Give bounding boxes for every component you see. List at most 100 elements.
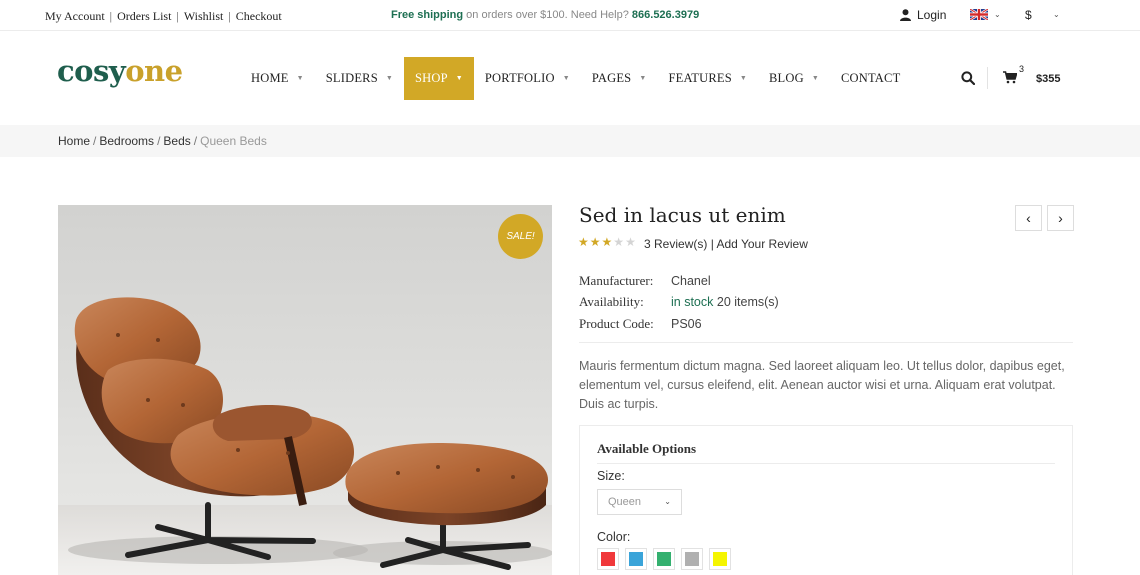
main-nav: HOME ▼ SLIDERS ▼ SHOP ▼ PORTFOLIO ▼ PAGES ▼ FEATUR… bbox=[240, 57, 911, 100]
login-label: Login bbox=[917, 8, 947, 22]
search-icon[interactable] bbox=[961, 71, 975, 85]
color-swatch[interactable] bbox=[625, 548, 647, 570]
site-logo[interactable]: cosyone bbox=[57, 54, 183, 88]
breadcrumb-home[interactable]: Home bbox=[58, 134, 90, 148]
color-swatch[interactable] bbox=[709, 548, 731, 570]
nav-item-label: PORTFOLIO bbox=[484, 71, 555, 85]
manufacturer-row: Manufacturer: Chanel bbox=[579, 270, 779, 292]
star-empty-icon: ★ bbox=[625, 235, 636, 249]
breadcrumb-bar: Home / Bedrooms / Beds / Queen Beds bbox=[0, 125, 1140, 157]
size-select[interactable]: Queen ⌄ bbox=[597, 489, 682, 515]
product-navigation: ‹ › bbox=[1015, 205, 1074, 231]
shipping-detail-text: on orders over $100. Need Help? bbox=[463, 9, 632, 21]
nav-item-portfolio[interactable]: PORTFOLIO ▼ bbox=[474, 57, 581, 100]
color-swatch[interactable] bbox=[681, 548, 703, 570]
nav-item-label: HOME bbox=[251, 71, 289, 85]
my-account-link[interactable]: My Account bbox=[45, 9, 105, 24]
product-title: Sed in lacus ut enim bbox=[579, 203, 786, 227]
attribute-key: Product Code: bbox=[579, 315, 654, 331]
login-link[interactable]: Login bbox=[900, 8, 946, 22]
header-divider bbox=[987, 67, 988, 89]
caret-down-icon: ▼ bbox=[739, 74, 748, 82]
wishlist-link[interactable]: Wishlist bbox=[184, 9, 224, 24]
next-product-button[interactable]: › bbox=[1047, 205, 1074, 231]
lounge-chair-image bbox=[58, 297, 552, 575]
breadcrumb-current: Queen Beds bbox=[200, 134, 267, 148]
cart-icon[interactable] bbox=[1003, 71, 1017, 84]
size-label: Size: bbox=[597, 469, 625, 483]
divider: | bbox=[109, 9, 113, 23]
previous-product-button[interactable]: ‹ bbox=[1015, 205, 1042, 231]
nav-item-label: CONTACT bbox=[840, 71, 901, 85]
product-image[interactable] bbox=[58, 205, 552, 575]
orders-list-link[interactable]: Orders List bbox=[117, 9, 171, 24]
size-select-value: Queen bbox=[608, 496, 642, 508]
stock-count: 20 items(s) bbox=[713, 295, 779, 310]
breadcrumb-bedrooms[interactable]: Bedrooms bbox=[99, 134, 154, 148]
user-icon bbox=[900, 9, 911, 21]
language-selector[interactable]: ⌄ bbox=[970, 9, 1001, 20]
nav-item-home[interactable]: HOME ▼ bbox=[240, 57, 315, 100]
nav-item-label: SLIDERS bbox=[325, 71, 378, 85]
chevron-down-icon: ⌄ bbox=[664, 497, 671, 506]
star-filled-icon: ★ bbox=[578, 235, 589, 249]
options-title: Available Options bbox=[597, 441, 697, 456]
divider bbox=[579, 342, 1073, 343]
currency-selector[interactable]: $ bbox=[1025, 8, 1032, 22]
reviews-links: 3 Review(s) | Add Your Review bbox=[644, 237, 808, 251]
add-review-link[interactable]: Add Your Review bbox=[716, 237, 807, 251]
nav-item-pages[interactable]: PAGES ▼ bbox=[581, 57, 658, 100]
nav-item-label: SHOP bbox=[415, 71, 448, 85]
color-label: Color: bbox=[597, 530, 631, 544]
caret-down-icon: ▼ bbox=[562, 74, 570, 82]
product-code-row: Product Code: PS06 bbox=[579, 313, 779, 335]
caret-down-icon: ▼ bbox=[455, 74, 463, 82]
sale-badge: SALE! bbox=[498, 214, 543, 259]
manufacturer-value: Chanel bbox=[671, 273, 711, 288]
logo-part-2: one bbox=[125, 54, 183, 88]
caret-down-icon: ▼ bbox=[639, 74, 647, 82]
chevron-right-icon: › bbox=[1058, 210, 1063, 226]
nav-item-label: PAGES bbox=[591, 71, 632, 85]
availability-row: Availability: in stock 20 items(s) bbox=[579, 292, 779, 314]
availability-value: in stock 20 items(s) bbox=[671, 295, 779, 309]
help-phone[interactable]: 866.526.3979 bbox=[632, 9, 699, 21]
swatch-fill bbox=[657, 552, 671, 566]
nav-item-sliders[interactable]: SLIDERS ▼ bbox=[315, 57, 404, 100]
free-shipping-text: Free shipping bbox=[391, 9, 464, 21]
product-attributes: Manufacturer: Chanel Availability: in st… bbox=[579, 270, 779, 335]
caret-down-icon: ▼ bbox=[296, 74, 304, 82]
swatch-fill bbox=[685, 552, 699, 566]
attribute-key: Availability: bbox=[579, 294, 644, 310]
attribute-key: Manufacturer: bbox=[579, 272, 654, 288]
nav-item-features[interactable]: FEATURES ▼ bbox=[657, 57, 758, 100]
product-code-value: PS06 bbox=[671, 316, 702, 331]
color-swatch[interactable] bbox=[597, 548, 619, 570]
chevron-down-icon[interactable]: ⌄ bbox=[1053, 10, 1060, 19]
divider: | bbox=[176, 9, 179, 23]
nav-item-contact[interactable]: CONTACT bbox=[830, 57, 911, 100]
nav-item-label: BLOG bbox=[769, 71, 804, 85]
product-description: Mauris fermentum dictum magna. Sed laore… bbox=[579, 359, 1065, 411]
cart-count-badge: 3 bbox=[1019, 64, 1025, 74]
logo-part-1: cosy bbox=[57, 54, 126, 88]
swatch-fill bbox=[601, 552, 615, 566]
color-swatches bbox=[597, 548, 731, 570]
nav-item-blog[interactable]: BLOG ▼ bbox=[758, 57, 830, 100]
color-swatch[interactable] bbox=[653, 548, 675, 570]
cart-total[interactable]: $355 bbox=[1036, 73, 1060, 85]
checkout-link[interactable]: Checkout bbox=[236, 9, 282, 24]
caret-down-icon: ▼ bbox=[811, 74, 819, 82]
breadcrumb-beds[interactable]: Beds bbox=[163, 134, 190, 148]
star-empty-icon: ★ bbox=[613, 235, 625, 249]
shipping-notice: Free shipping on orders over $100. Need … bbox=[391, 9, 699, 21]
divider: | bbox=[228, 9, 231, 23]
star-filled-icon: ★ bbox=[601, 235, 613, 249]
nav-item-shop[interactable]: SHOP ▼ bbox=[404, 57, 474, 100]
breadcrumb: Home / Bedrooms / Beds / Queen Beds bbox=[58, 134, 267, 148]
rating-stars: ★ ★ ★ ★ ★ bbox=[578, 235, 636, 249]
chevron-left-icon: ‹ bbox=[1026, 210, 1031, 226]
top-bar: My Account | Orders List | Wishlist | Ch… bbox=[0, 0, 1140, 31]
reviews-count-link[interactable]: 3 Review(s) bbox=[644, 237, 707, 251]
divider bbox=[597, 463, 1055, 464]
